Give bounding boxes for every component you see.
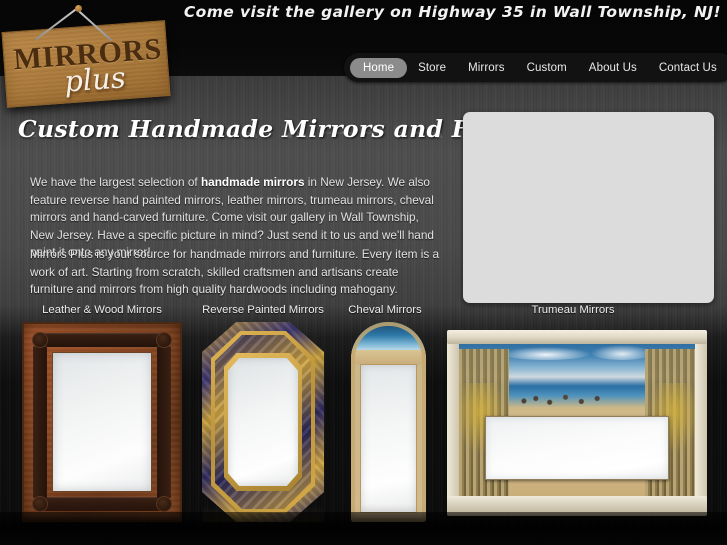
gallery-caption-cheval: Cheval Mirrors	[348, 304, 422, 316]
painted-cloud-1	[501, 347, 592, 360]
site-logo[interactable]: MIRRORS plus	[0, 4, 180, 114]
page-root: Come visit the gallery on Highway 35 in …	[0, 0, 727, 545]
trumeau-top-molding	[447, 330, 707, 344]
nav-item-about-us[interactable]: About Us	[578, 58, 648, 78]
logo-wood-sign: MIRRORS plus	[1, 20, 171, 108]
frame-corner-tr	[156, 332, 172, 348]
header-tagline: Come visit the gallery on Highway 35 in …	[183, 3, 721, 21]
frame-corner-bl	[32, 496, 48, 512]
leather-strap-bottom	[38, 497, 166, 511]
gallery-item-trumeau-mirror[interactable]	[447, 330, 707, 516]
cheval-mirror-glass	[360, 364, 417, 513]
gallery-item-leather-wood-mirror[interactable]	[22, 322, 182, 522]
intro-p1-lead: We have the largest selection of	[30, 175, 201, 189]
slideshow-placeholder[interactable]	[463, 112, 714, 303]
leather-wood-mirror-glass	[52, 352, 152, 492]
cheval-painted-sand	[351, 350, 426, 364]
leather-wood-frame	[22, 322, 182, 522]
logo-nail-icon	[75, 5, 82, 12]
gallery-caption-leather-wood: Leather & Wood Mirrors	[42, 304, 162, 316]
leather-strap-top	[38, 333, 166, 347]
gallery-item-reverse-painted-mirror[interactable]	[202, 322, 324, 522]
intro-p1-emphasis: handmade mirrors	[200, 175, 305, 189]
frame-corner-tl	[32, 332, 48, 348]
nav-item-home[interactable]: Home	[350, 57, 408, 78]
leather-strap-right	[157, 346, 171, 498]
trumeau-side-molding-left	[447, 340, 459, 500]
logo-text-plus: plus	[62, 60, 127, 99]
gallery-caption-trumeau: Trumeau Mirrors	[531, 304, 615, 316]
nav-item-mirrors[interactable]: Mirrors	[457, 58, 515, 78]
nav-item-custom[interactable]: Custom	[516, 58, 578, 78]
cheval-painted-sky	[351, 322, 426, 352]
trumeau-bottom-molding	[447, 496, 707, 516]
leather-strap-left	[33, 346, 47, 498]
painted-beach-figures	[515, 386, 615, 411]
frame-corner-br	[156, 496, 172, 512]
nav-item-store[interactable]: Store	[407, 58, 457, 78]
intro-paragraph-2: Mirrors Plus is your source for handmade…	[30, 247, 440, 297]
trumeau-side-molding-right	[695, 340, 707, 500]
nav-item-contact-us[interactable]: Contact Us	[648, 58, 727, 78]
main-navigation[interactable]: Home Store Mirrors Custom About Us Conta…	[344, 53, 727, 82]
gallery-item-cheval-mirror[interactable]	[351, 322, 426, 522]
painted-cloud-2	[591, 345, 653, 360]
reverse-painted-mirror-glass	[228, 358, 298, 486]
trumeau-mirror-glass	[485, 416, 669, 480]
gallery-caption-reverse-painted: Reverse Painted Mirrors	[202, 304, 324, 316]
